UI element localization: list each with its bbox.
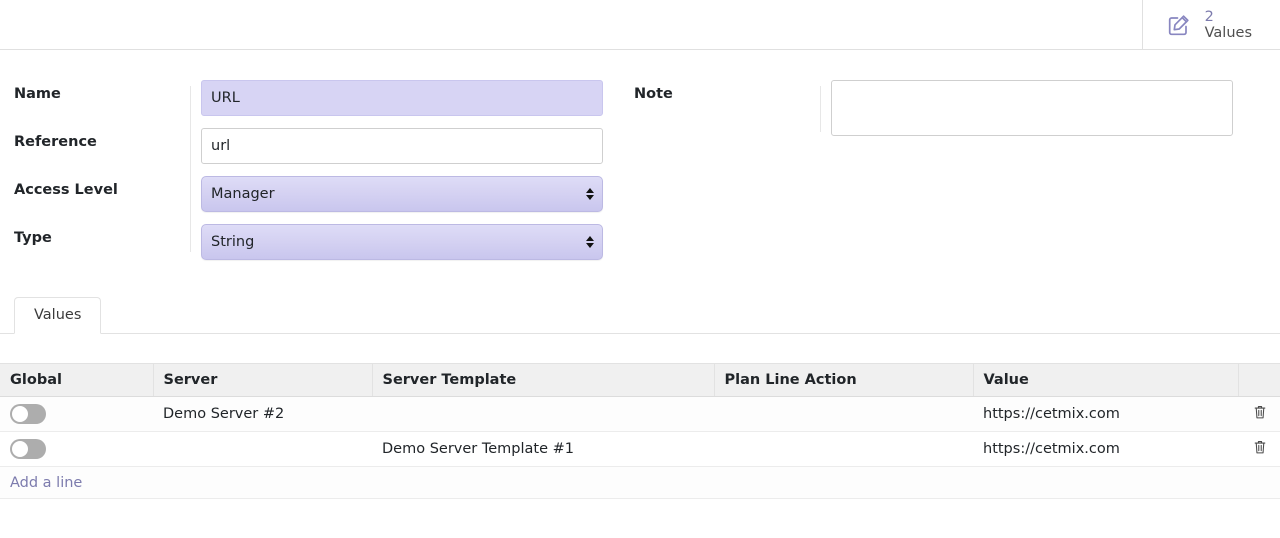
values-count: 2 (1204, 8, 1214, 25)
tab-values[interactable]: Values (14, 297, 102, 334)
cell-server[interactable]: Demo Server #2 (153, 396, 372, 432)
values-table-wrapper: Global Server Server Template Plan Line … (0, 363, 1280, 499)
cell-server-template[interactable]: Demo Server Template #1 (372, 431, 714, 467)
table-header-row: Global Server Server Template Plan Line … (0, 363, 1280, 397)
status-bar: 2 Values (0, 0, 1280, 50)
cell-server[interactable] (153, 431, 372, 467)
global-toggle[interactable] (10, 404, 46, 424)
column-header-global: Global (0, 363, 153, 397)
field-name: Name (14, 80, 620, 116)
table-row[interactable]: Demo Server Template #1 https://cetmix.c… (0, 431, 1280, 467)
column-header-server-template: Server Template (371, 363, 714, 397)
form-sheet: Name Reference Access Level Manage (0, 50, 1280, 499)
column-header-value: Value (972, 363, 1238, 397)
form-group-right: Note (620, 80, 1280, 140)
tab-values-label: Values (34, 307, 82, 323)
form-columns: Name Reference Access Level Manage (0, 80, 1280, 272)
global-toggle[interactable] (10, 439, 46, 459)
chevron-updown-icon (586, 236, 594, 248)
cell-plan-line-action[interactable] (714, 431, 973, 467)
note-textarea[interactable] (831, 80, 1233, 136)
type-value: String (211, 234, 255, 250)
field-reference: Reference (14, 128, 620, 164)
field-type: Type String (14, 224, 620, 260)
access-level-select[interactable]: Manager (201, 176, 603, 212)
toggle-knob (12, 441, 28, 457)
reference-input[interactable] (201, 128, 603, 164)
cell-delete (1238, 396, 1280, 432)
field-label-name: Name (14, 86, 61, 102)
column-header-server: Server (152, 363, 372, 397)
chevron-updown-icon (586, 188, 594, 200)
field-note: Note (634, 80, 1280, 140)
table-row[interactable]: Demo Server #2 https://cetmix.com (0, 396, 1280, 432)
column-header-plan-line-action: Plan Line Action (713, 363, 973, 397)
form-right-column: Note (620, 80, 1280, 272)
field-label-access-level: Access Level (14, 182, 118, 198)
cell-value[interactable]: https://cetmix.com (973, 431, 1238, 467)
cell-add-line: Add a line (0, 466, 1280, 499)
field-access-level: Access Level Manager (14, 176, 620, 212)
values-stat-button[interactable]: 2 Values (1141, 0, 1280, 50)
cell-plan-line-action[interactable] (714, 396, 973, 432)
field-label-reference: Reference (14, 134, 97, 150)
cell-value[interactable]: https://cetmix.com (973, 396, 1238, 432)
cell-delete (1238, 431, 1280, 467)
access-level-value: Manager (211, 186, 275, 202)
form-left-column: Name Reference Access Level Manage (0, 80, 620, 272)
add-line-row[interactable]: Add a line (0, 466, 1280, 499)
column-header-actions (1237, 363, 1280, 397)
cell-global (0, 396, 153, 432)
trash-icon[interactable] (1253, 404, 1267, 420)
name-input[interactable] (201, 80, 603, 116)
add-a-line-link[interactable]: Add a line (10, 475, 82, 491)
tab-bar: Values (0, 296, 1280, 334)
cell-server-template[interactable] (372, 396, 714, 432)
form-group-left: Name Reference Access Level Manage (0, 80, 620, 260)
toggle-knob (12, 406, 28, 422)
values-table: Global Server Server Template Plan Line … (0, 363, 1280, 499)
trash-icon[interactable] (1253, 439, 1267, 455)
field-label-type: Type (14, 230, 52, 246)
type-select[interactable]: String (201, 224, 603, 260)
values-count-label: Values (1204, 25, 1252, 41)
field-label-note: Note (634, 86, 673, 102)
cell-global (0, 431, 153, 467)
edit-pencil-square-icon (1165, 11, 1193, 39)
